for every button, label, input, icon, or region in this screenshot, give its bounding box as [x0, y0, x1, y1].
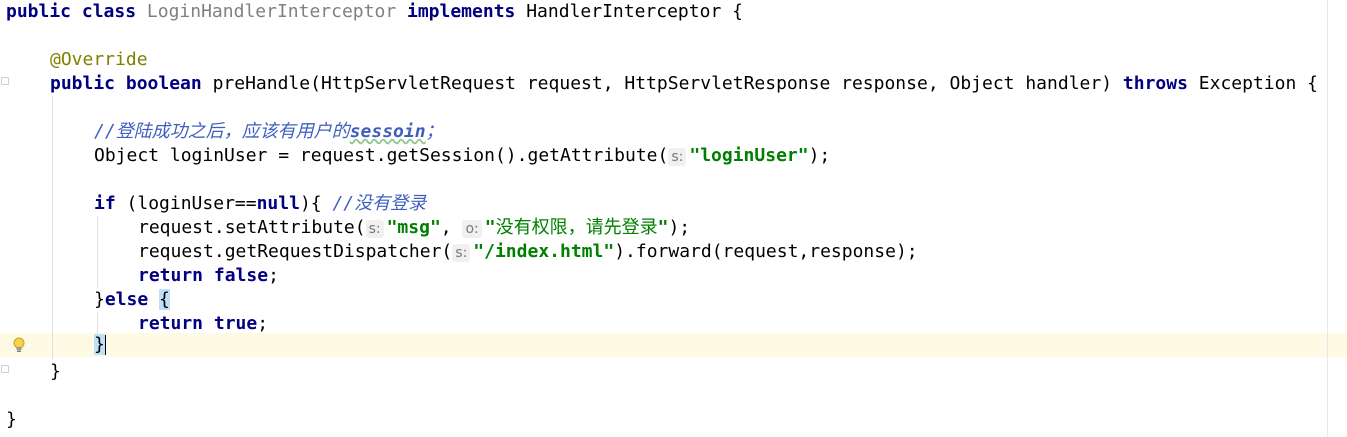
interface-name: HandlerInterceptor: [526, 1, 722, 22]
exception-type: Exception {: [1198, 73, 1318, 94]
code-line-14[interactable]: }: [6, 408, 17, 432]
keyword: true: [213, 313, 258, 334]
code-line-1[interactable]: public class LoginHandlerInterceptor imp…: [6, 0, 743, 24]
parameter-hint: o:: [462, 220, 482, 238]
code-line-2[interactable]: @Override: [50, 48, 148, 72]
matched-brace: {: [159, 289, 170, 310]
indent-guide: [52, 96, 53, 360]
parameter-hint: s:: [452, 244, 471, 262]
keyword: implements: [407, 1, 516, 22]
keyword: boolean: [125, 73, 202, 94]
code-line-11[interactable]: return true;: [138, 312, 268, 336]
brace: }: [6, 409, 17, 430]
code-text: (loginUser==: [126, 193, 257, 214]
code-text: Object loginUser = request.getSession().…: [94, 145, 669, 166]
comment-text: 登陆成功之后，应该有用户的: [115, 121, 350, 142]
annotation: @Override: [50, 49, 148, 70]
string-literal: "/index.html": [473, 241, 615, 262]
code-text: ;: [268, 265, 279, 286]
code-line-9[interactable]: return false;: [138, 264, 279, 288]
keyword: else: [104, 289, 149, 310]
code-line-13[interactable]: }: [50, 360, 61, 384]
comment-text: 没有登录: [354, 193, 427, 214]
keyword: if: [94, 193, 116, 214]
fold-marker-icon[interactable]: [1, 365, 9, 373]
lightbulb-icon[interactable]: [12, 337, 26, 353]
keyword: class: [81, 1, 137, 22]
brace: }: [94, 289, 105, 310]
code-line-10[interactable]: }else {: [94, 288, 170, 312]
code-text: );: [808, 145, 831, 166]
code-line-8[interactable]: request.getRequestDispatcher(s: "/index.h…: [138, 240, 918, 264]
string-literal: 没有权限，请先登录: [495, 217, 658, 238]
code-text: request.getRequestDispatcher(: [138, 241, 453, 262]
code-line-3[interactable]: public boolean preHandle(HttpServletRequ…: [50, 72, 1318, 96]
comment: //: [332, 193, 355, 214]
code-line-7[interactable]: request.setAttribute(s: "msg", o: "没有权限，请先…: [138, 216, 690, 240]
comment-word: sessoin: [349, 121, 426, 142]
string-quote: ": [657, 217, 669, 238]
keyword: public: [6, 1, 72, 22]
matched-brace: }: [94, 334, 105, 355]
string-quote: ": [484, 217, 496, 238]
code-text: ;: [257, 313, 269, 334]
indent-guide: [97, 216, 98, 288]
keyword: return: [138, 265, 204, 286]
keyword: return: [138, 313, 204, 334]
fold-marker-icon[interactable]: [1, 77, 9, 85]
code-text: ,: [440, 217, 452, 238]
code-line-4[interactable]: //登陆成功之后，应该有用户的sessoin；: [94, 120, 444, 144]
keyword: public: [50, 73, 116, 94]
class-name: LoginHandlerInterceptor: [146, 1, 397, 22]
keyword: false: [213, 265, 269, 286]
method-signature: preHandle(HttpServletRequest request, Ht…: [212, 73, 1113, 94]
code-line-12[interactable]: }: [94, 333, 106, 357]
code-text: ).forward(request,response);: [614, 241, 918, 262]
brace: }: [50, 361, 61, 382]
code-text: ){: [299, 193, 322, 214]
code-line-6[interactable]: if (loginUser==null){ //没有登录: [94, 192, 426, 216]
current-line-highlight: [0, 333, 1347, 357]
comment-end: ；: [425, 121, 444, 142]
string-literal: "loginUser": [689, 145, 809, 166]
parameter-hint: s:: [668, 148, 687, 166]
parameter-hint: s:: [365, 220, 384, 238]
code-line-5[interactable]: Object loginUser = request.getSession().…: [94, 144, 830, 168]
comment: //: [94, 121, 116, 142]
keyword: throws: [1122, 73, 1188, 94]
code-editor[interactable]: public class LoginHandlerInterceptor imp…: [0, 0, 1347, 437]
string-literal: "msg": [386, 217, 441, 238]
right-margin-guide: [1327, 0, 1328, 437]
keyword: null: [256, 193, 300, 214]
code-text: );: [668, 217, 691, 238]
brace: {: [732, 1, 743, 22]
text-cursor: [104, 335, 106, 355]
code-text: request.setAttribute(: [138, 217, 366, 238]
